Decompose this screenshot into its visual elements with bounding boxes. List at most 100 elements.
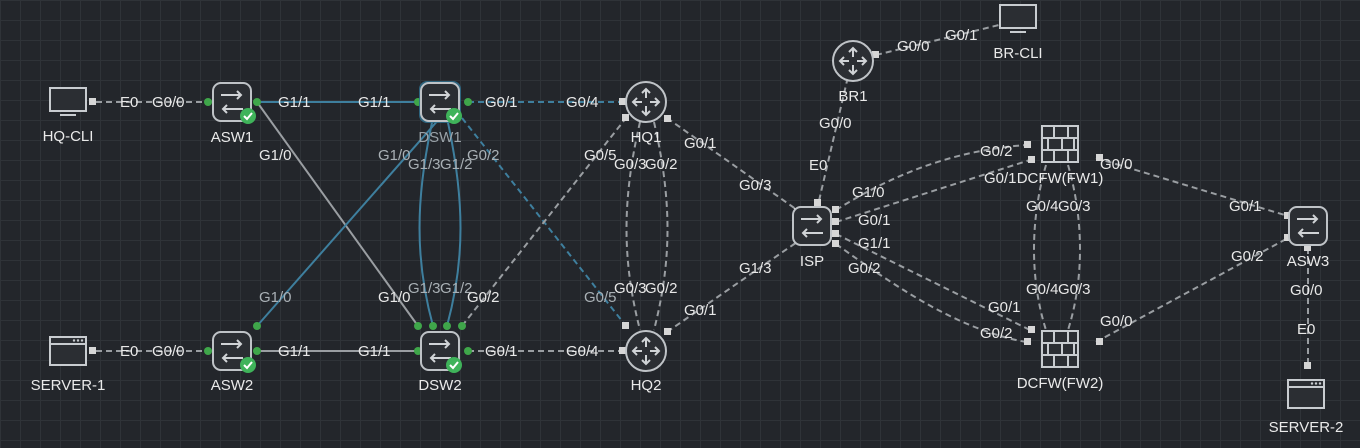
node-asw1[interactable]: ASW1 bbox=[211, 82, 257, 146]
port-label: G1/3 bbox=[408, 156, 441, 173]
port-label: G0/0 bbox=[152, 94, 185, 111]
router-icon bbox=[832, 40, 874, 82]
port-label: G0/2 bbox=[467, 147, 500, 164]
node-label: BR1 bbox=[838, 88, 867, 105]
switch-icon bbox=[792, 206, 832, 246]
node-label: SERVER-1 bbox=[31, 377, 106, 394]
link-hq1-isp[interactable] bbox=[666, 117, 801, 213]
node-label: BR-CLI bbox=[993, 45, 1042, 62]
node-dsw2[interactable]: DSW2 bbox=[418, 331, 463, 394]
port-label: G0/3 bbox=[1058, 281, 1091, 298]
port-label: G1/3 bbox=[408, 280, 441, 297]
port-label: G0/4 bbox=[566, 343, 599, 360]
port-label: G1/0 bbox=[259, 289, 292, 306]
port-label: G0/1 bbox=[988, 299, 1021, 316]
port-label: G0/2 bbox=[980, 325, 1013, 342]
node-server-2[interactable]: SERVER-2 bbox=[1269, 379, 1344, 436]
port-label: G0/4 bbox=[1026, 198, 1059, 215]
topology-canvas[interactable]: HQ-CLI ASW1 DSW1 HQ1 BR1 BR-CLI ISP DCFW… bbox=[0, 0, 1360, 448]
status-ok-icon bbox=[445, 356, 463, 374]
link-fw1-fw2-a[interactable] bbox=[1033, 164, 1047, 331]
port-label: G0/4 bbox=[1026, 281, 1059, 298]
port-label: G0/0 bbox=[897, 38, 930, 55]
port-label: G0/3 bbox=[739, 177, 772, 194]
port-label: G0/0 bbox=[152, 343, 185, 360]
status-ok-icon bbox=[239, 356, 257, 374]
port-label: G1/1 bbox=[358, 343, 391, 360]
port-label: G1/0 bbox=[259, 147, 292, 164]
port-label: G0/2 bbox=[645, 156, 678, 173]
port-labels: E0 G0/0 G1/1 G1/1 G0/1 G0/4 G1/0 G1/0 G1… bbox=[120, 27, 1323, 360]
router-icon bbox=[625, 81, 667, 123]
port-label: G1/0 bbox=[852, 184, 885, 201]
node-label: DCFW(FW1) bbox=[1017, 170, 1104, 187]
node-dsw1[interactable]: DSW1 bbox=[418, 81, 463, 146]
status-ok-icon bbox=[239, 107, 257, 125]
port-label: E0 bbox=[120, 94, 138, 111]
node-label: DSW1 bbox=[418, 129, 461, 146]
node-label: ASW2 bbox=[211, 377, 254, 394]
link-hq1-hq2-b[interactable] bbox=[653, 121, 669, 331]
port-label: G0/2 bbox=[980, 143, 1013, 160]
port-label: G0/1 bbox=[945, 27, 978, 44]
node-label: HQ2 bbox=[631, 377, 662, 394]
port-label: G0/1 bbox=[485, 343, 518, 360]
port-label: G1/0 bbox=[378, 289, 411, 306]
port-label: G1/3 bbox=[739, 260, 772, 277]
port-label: G1/0 bbox=[378, 147, 411, 164]
firewall-icon bbox=[1041, 125, 1079, 163]
node-label: ASW3 bbox=[1287, 253, 1330, 270]
port-label: G0/1 bbox=[1229, 198, 1262, 215]
port-label: E0 bbox=[1297, 321, 1315, 338]
node-label: ISP bbox=[800, 253, 824, 270]
link-fw1-fw2-b[interactable] bbox=[1067, 164, 1081, 331]
firewall-icon bbox=[1041, 330, 1079, 368]
port-label: E0 bbox=[809, 157, 827, 174]
server-icon bbox=[1287, 379, 1325, 409]
node-label: HQ-CLI bbox=[43, 128, 94, 145]
pc-icon bbox=[999, 4, 1037, 33]
port-label: G0/2 bbox=[1231, 248, 1264, 265]
port-label: G0/3 bbox=[1058, 198, 1091, 215]
port-label: G0/5 bbox=[584, 147, 617, 164]
port-label: G0/0 bbox=[819, 115, 852, 132]
node-asw3[interactable]: ASW3 bbox=[1287, 206, 1330, 270]
port-label: G1/1 bbox=[358, 94, 391, 111]
topology-diagram[interactable]: HQ-CLI ASW1 DSW1 HQ1 BR1 BR-CLI ISP DCFW… bbox=[0, 0, 1360, 448]
node-label: DCFW(FW2) bbox=[1017, 375, 1104, 392]
link-hq1-hq2-a[interactable] bbox=[625, 121, 641, 331]
port-label: G0/0 bbox=[1290, 282, 1323, 299]
port-label: G0/3 bbox=[614, 280, 647, 297]
node-asw2[interactable]: ASW2 bbox=[211, 331, 257, 394]
node-label: SERVER-2 bbox=[1269, 419, 1344, 436]
node-label: DSW2 bbox=[418, 377, 461, 394]
node-server-1[interactable]: SERVER-1 bbox=[31, 336, 106, 394]
node-label: ASW1 bbox=[211, 129, 254, 146]
node-br1[interactable]: BR1 bbox=[832, 40, 874, 105]
node-br-cli[interactable]: BR-CLI bbox=[993, 4, 1043, 62]
port-label: G0/2 bbox=[848, 260, 881, 277]
status-ok-icon bbox=[445, 107, 463, 125]
port-label: E0 bbox=[120, 343, 138, 360]
node-hq2[interactable]: HQ2 bbox=[625, 330, 667, 394]
node-hq-cli[interactable]: HQ-CLI bbox=[43, 87, 94, 145]
router-icon bbox=[625, 330, 667, 372]
port-label: G0/1 bbox=[858, 212, 891, 229]
port-label: G0/1 bbox=[684, 302, 717, 319]
port-label: G0/0 bbox=[1100, 313, 1133, 330]
port-label: G0/5 bbox=[584, 289, 617, 306]
port-label: G0/1 bbox=[984, 170, 1017, 187]
pc-icon bbox=[49, 87, 87, 116]
node-isp[interactable]: ISP bbox=[792, 206, 832, 270]
port-label: G0/2 bbox=[645, 280, 678, 297]
switch-icon bbox=[1288, 206, 1328, 246]
link-br1-brcli[interactable] bbox=[875, 23, 1004, 56]
port-label: G0/1 bbox=[684, 135, 717, 152]
node-hq1[interactable]: HQ1 bbox=[625, 81, 667, 146]
server-icon bbox=[49, 336, 87, 366]
node-label: HQ1 bbox=[631, 129, 662, 146]
port-label: G0/1 bbox=[485, 94, 518, 111]
port-label: G0/0 bbox=[1100, 156, 1133, 173]
port-label: G0/4 bbox=[566, 94, 599, 111]
port-label: G0/2 bbox=[467, 289, 500, 306]
